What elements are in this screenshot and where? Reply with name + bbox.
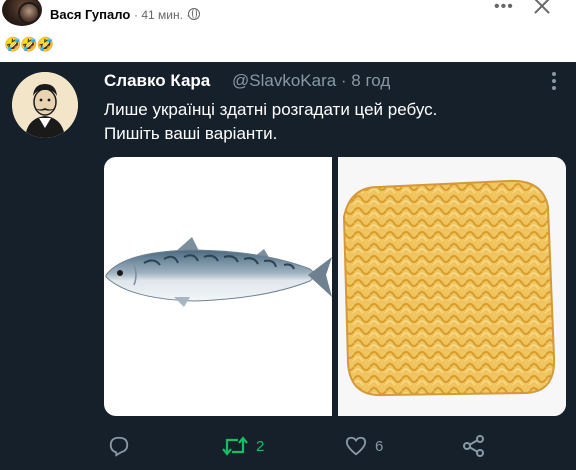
tweet-author-avatar: [12, 72, 78, 138]
tweet-text-line: Пишіть ваші варіанти.: [104, 124, 278, 143]
reply-icon: [108, 434, 130, 458]
close-icon[interactable]: [530, 0, 554, 18]
tweet-media: [104, 157, 566, 416]
retweet-count: 2: [256, 437, 265, 455]
tweet-text: Лише українці здатні розгадати цей ребус…: [104, 98, 554, 146]
tweet-handle-time: @SlavkoKara · 8 год: [232, 71, 391, 90]
like-count: 6: [375, 437, 384, 455]
tweet-actions: 2 6: [0, 430, 576, 460]
like-icon: 6: [345, 434, 383, 458]
tweet-display-name: Славко Кара: [104, 71, 211, 90]
tweet-more-icon: [548, 70, 560, 92]
author-name[interactable]: Вася Гупало: [50, 7, 130, 22]
post-meta: · 41 мин. ·: [134, 8, 191, 22]
mackerel-image: [104, 157, 332, 416]
author-avatar[interactable]: [2, 0, 42, 26]
tweet-text-line: Лише українці здатні розгадати цей ребус…: [104, 100, 438, 119]
instant-noodles-image: [338, 157, 566, 416]
post-text-emojis: 🤣🤣🤣: [4, 36, 54, 52]
globe-icon: [188, 8, 200, 20]
facebook-post-header: Вася Гупало · 41 мин. · ••• 🤣🤣🤣: [0, 0, 576, 62]
embedded-tweet-image[interactable]: Славко Кара @SlavkoKara · 8 год Лише укр…: [0, 62, 576, 470]
share-icon: [462, 434, 486, 458]
retweet-icon: 2: [222, 434, 264, 458]
more-icon[interactable]: •••: [494, 0, 514, 16]
